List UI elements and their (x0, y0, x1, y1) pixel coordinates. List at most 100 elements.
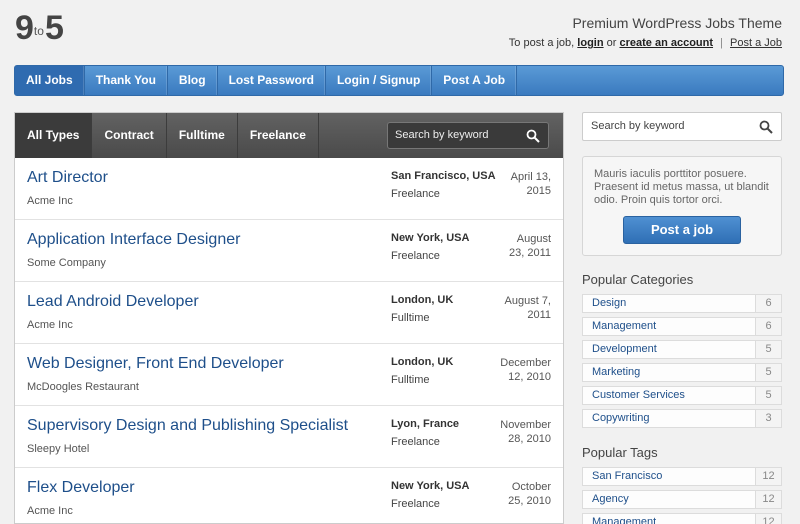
category-count: 5 (755, 341, 781, 358)
job-date: November 28, 2010 (481, 418, 551, 446)
job-company: Acme Inc (27, 195, 73, 207)
tag-name: San Francisco (592, 470, 663, 482)
site-logo[interactable]: 9 to 5 (15, 9, 64, 47)
job-type-filter: All Types Contract Fulltime Freelance Se… (15, 113, 563, 158)
logo-to: to (33, 24, 44, 38)
job-company: Acme Inc (27, 319, 73, 331)
job-title[interactable]: Application Interface Designer (27, 231, 240, 249)
category-item-copywriting[interactable]: Copywriting 3 (582, 409, 782, 428)
tab-freelance[interactable]: Freelance (238, 113, 319, 158)
category-item-marketing[interactable]: Marketing 5 (582, 363, 782, 382)
logo-nine: 9 (15, 9, 34, 47)
job-date-line-1: August 7, (504, 295, 551, 307)
keyword-search-placeholder: Search by keyword (395, 129, 489, 141)
job-date: August 7, 2011 (481, 294, 551, 322)
job-row[interactable]: Web Designer, Front End Developer McDoog… (15, 344, 563, 406)
job-row[interactable]: Application Interface Designer Some Comp… (15, 220, 563, 282)
job-row[interactable]: Art Director Acme Inc San Francisco, USA… (15, 158, 563, 220)
job-date-line-2: 28, 2010 (508, 433, 551, 445)
job-date: October 25, 2010 (481, 480, 551, 508)
search-icon[interactable] (759, 120, 773, 134)
job-date-line-1: December (500, 357, 551, 369)
job-date-line-2: 23, 2011 (508, 247, 551, 259)
jobs-panel: All Types Contract Fulltime Freelance Se… (14, 112, 564, 524)
site-description: Premium WordPress Jobs Theme (572, 15, 782, 31)
job-title[interactable]: Web Designer, Front End Developer (27, 355, 284, 373)
job-company: McDoogles Restaurant (27, 381, 139, 393)
tab-all-types[interactable]: All Types (15, 113, 93, 158)
job-company: Acme Inc (27, 505, 73, 517)
nav-item-thank-you[interactable]: Thank You (85, 66, 168, 95)
job-company: Some Company (27, 257, 106, 269)
job-title[interactable]: Art Director (27, 169, 108, 187)
post-prefix-text: To post a job, (508, 37, 575, 49)
job-date-line-1: November (500, 419, 551, 431)
tab-fulltime[interactable]: Fulltime (167, 113, 238, 158)
job-row[interactable]: Flex Developer Acme Inc New York, USA Fr… (15, 468, 563, 523)
nav-item-all-jobs[interactable]: All Jobs (15, 66, 85, 95)
job-title[interactable]: Lead Android Developer (27, 293, 199, 311)
job-location: London, UK (391, 294, 454, 306)
job-location: New York, USA (391, 232, 470, 244)
popular-tags-heading: Popular Tags (582, 445, 658, 460)
nav-item-blog[interactable]: Blog (168, 66, 218, 95)
main-nav: All Jobs Thank You Blog Lost Password Lo… (14, 65, 784, 96)
post-a-job-link[interactable]: Post a Job (730, 37, 782, 49)
popular-categories-heading: Popular Categories (582, 272, 694, 287)
category-count: 3 (755, 410, 781, 427)
job-row[interactable]: Lead Android Developer Acme Inc London, … (15, 282, 563, 344)
job-type: Fulltime (391, 312, 430, 324)
tag-name: Agency (592, 493, 629, 505)
job-type: Freelance (391, 188, 440, 200)
tag-item-management[interactable]: Management 12 (582, 513, 782, 524)
job-date: August 23, 2011 (481, 232, 551, 260)
create-account-link[interactable]: create an account (619, 37, 713, 49)
category-item-development[interactable]: Development 5 (582, 340, 782, 359)
job-date-line-2: 2011 (527, 309, 551, 321)
tag-item-san-francisco[interactable]: San Francisco 12 (582, 467, 782, 486)
tag-count: 12 (755, 491, 781, 508)
job-date-line-1: April 13, (510, 171, 551, 183)
keyword-search-input[interactable]: Search by keyword (387, 122, 549, 149)
category-item-management[interactable]: Management 6 (582, 317, 782, 336)
job-type: Fulltime (391, 374, 430, 386)
sidebar-search-input[interactable]: Search by keyword (582, 112, 782, 141)
tag-item-agency[interactable]: Agency 12 (582, 490, 782, 509)
nav-item-post-a-job[interactable]: Post A Job (432, 66, 518, 95)
category-name: Design (592, 297, 627, 309)
job-date-line-1: October (511, 481, 551, 493)
job-location: San Francisco, USA (391, 170, 496, 182)
logo-five: 5 (44, 9, 64, 47)
job-date-line-1: August (516, 233, 551, 245)
category-item-customer-services[interactable]: Customer Services 5 (582, 386, 782, 405)
job-type: Freelance (391, 498, 440, 510)
job-date-line-2: 12, 2010 (508, 371, 551, 383)
post-job-promo: Mauris iaculis porttitor posuere. Praese… (582, 156, 782, 256)
category-count: 5 (755, 387, 781, 404)
category-name: Customer Services (592, 389, 685, 401)
job-type: Freelance (391, 436, 440, 448)
job-location: New York, USA (391, 480, 470, 492)
post-a-job-button[interactable]: Post a job (623, 216, 741, 244)
job-title[interactable]: Flex Developer (27, 479, 135, 497)
tag-count: 12 (755, 468, 781, 485)
login-link[interactable]: login (577, 37, 603, 49)
job-date: December 12, 2010 (481, 356, 551, 384)
or-text: or (606, 37, 617, 49)
tab-contract[interactable]: Contract (92, 113, 167, 158)
job-date-line-2: 25, 2010 (508, 495, 551, 507)
job-row[interactable]: Supervisory Design and Publishing Specia… (15, 406, 563, 468)
category-name: Management (592, 320, 657, 332)
search-icon[interactable] (526, 129, 540, 143)
job-title[interactable]: Supervisory Design and Publishing Specia… (27, 417, 348, 435)
category-count: 6 (755, 318, 781, 335)
category-name: Marketing (592, 366, 641, 378)
nav-item-lost-password[interactable]: Lost Password (218, 66, 326, 95)
nav-item-login-signup[interactable]: Login / Signup (326, 66, 433, 95)
sidebar-search-placeholder: Search by keyword (591, 120, 685, 132)
category-count: 5 (755, 364, 781, 381)
job-date: April 13, 2015 (481, 170, 551, 198)
job-date-line-2: 2015 (526, 185, 551, 197)
category-item-design[interactable]: Design 6 (582, 294, 782, 313)
category-count: 6 (755, 295, 781, 312)
